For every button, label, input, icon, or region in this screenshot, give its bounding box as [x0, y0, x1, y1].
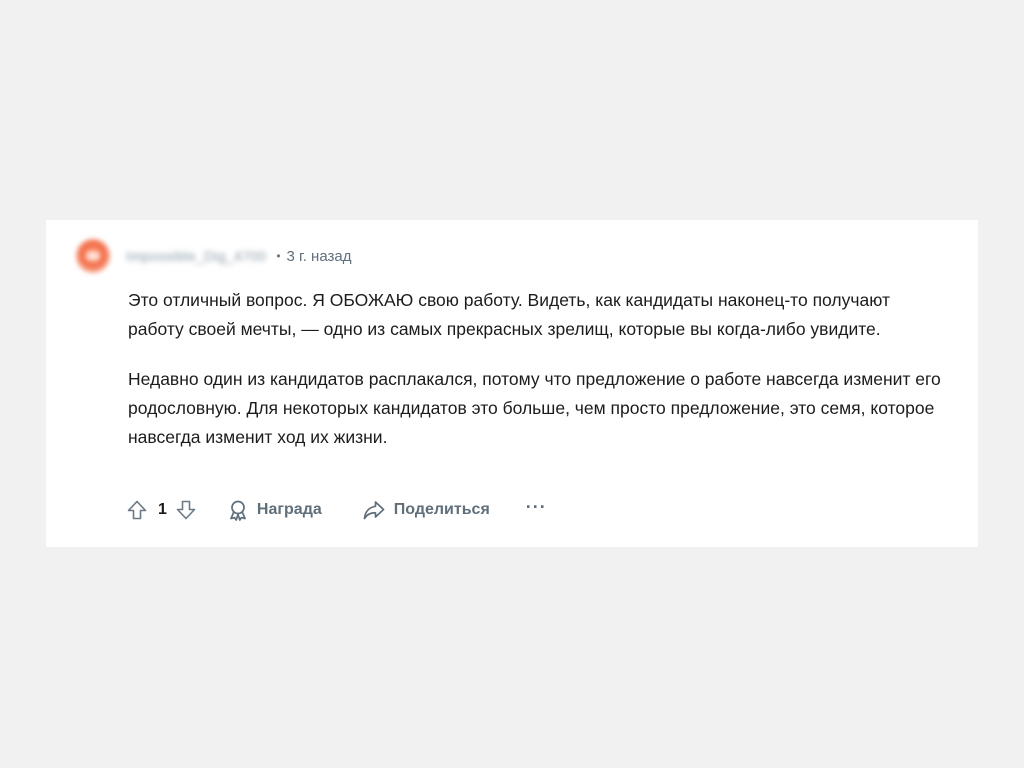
avatar[interactable] — [76, 239, 110, 273]
vote-count: 1 — [158, 501, 167, 518]
downvote-button[interactable] — [173, 497, 199, 523]
upvote-arrow-icon — [127, 500, 147, 520]
separator-dot: • — [276, 249, 281, 263]
comment-body: Это отличный вопрос. Я ОБОЖАЮ свою работ… — [128, 286, 948, 473]
share-arrow-icon — [363, 501, 385, 520]
upvote-button[interactable] — [124, 497, 150, 523]
share-label: Поделиться — [393, 501, 490, 518]
comment-paragraph-1: Это отличный вопрос. Я ОБОЖАЮ свою работ… — [128, 290, 890, 339]
share-button[interactable]: Поделиться — [362, 499, 490, 521]
more-options-button[interactable]: ··· — [526, 498, 547, 522]
comment-paragraph-2: Недавно один из кандидатов расплакался, … — [128, 369, 941, 447]
award-ribbon-icon — [230, 500, 246, 521]
comment-actions-bar: 1 Награда Поделиться ··· — [124, 494, 547, 526]
award-button[interactable]: Награда — [227, 499, 322, 521]
author-username[interactable]: Impossible_Dig_4700 — [126, 248, 266, 264]
downvote-arrow-icon — [176, 500, 196, 520]
comment-timestamp[interactable]: 3 г. назад — [287, 248, 352, 265]
comment-card: Impossible_Dig_4700 • 3 г. назад Это отл… — [46, 220, 978, 547]
comment-header: Impossible_Dig_4700 • 3 г. назад — [76, 236, 351, 276]
award-label: Награда — [256, 501, 322, 518]
